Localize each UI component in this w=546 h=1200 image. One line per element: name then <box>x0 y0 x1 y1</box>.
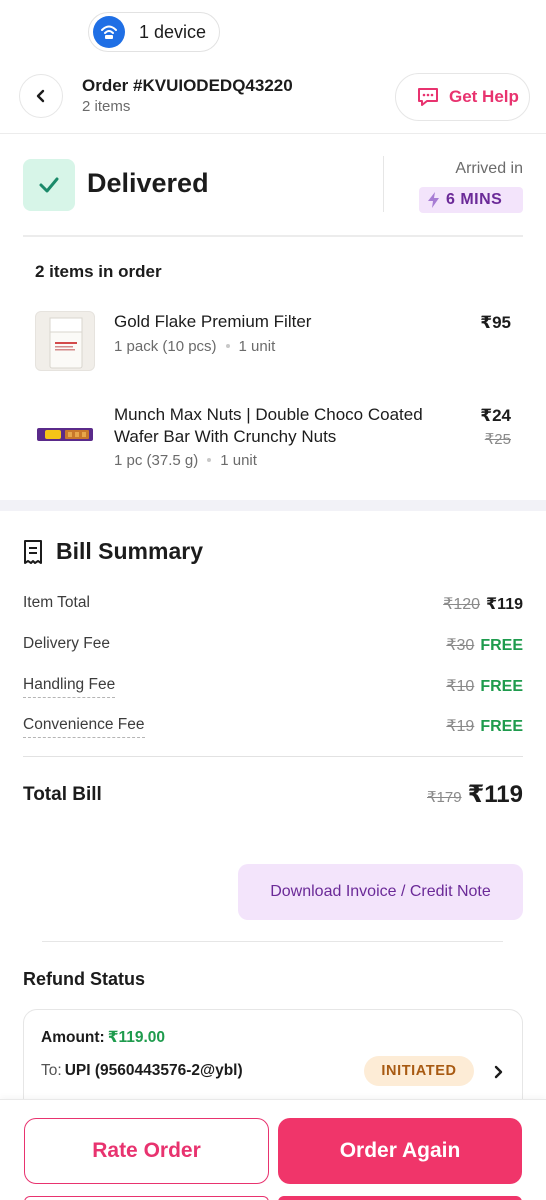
bill-row-item-total: Item Total ₹120 ₹119 <box>23 594 523 618</box>
check-icon <box>23 159 75 211</box>
bill-row-handling-fee: Handling Fee ₹10 FREE <box>23 676 523 700</box>
divider <box>42 941 503 942</box>
receipt-icon <box>24 539 42 564</box>
item-meta: 1 pack (10 pcs) 1 unit <box>114 338 275 355</box>
separator-dot <box>207 457 212 462</box>
bill-old-value: ₹19 <box>446 718 475 735</box>
item-qty: 1 pc (37.5 g) <box>114 452 199 469</box>
separator-dot <box>225 343 230 348</box>
bill-old-value: ₹120 <box>443 596 481 613</box>
bill-summary-header: Bill Summary <box>22 538 203 565</box>
status-title: Delivered <box>87 168 209 198</box>
divider <box>23 235 523 237</box>
bill-new-value: FREE <box>480 718 523 735</box>
refund-amount: Amount: ₹119.00 <box>41 1028 165 1047</box>
device-pill[interactable]: 1 device <box>88 12 220 52</box>
refund-amount-label: Amount: <box>41 1029 105 1046</box>
bill-new-value: ₹119 <box>486 596 523 613</box>
status-divider <box>383 156 384 212</box>
delivery-status: Delivered Arrived in 6 MINS <box>0 134 546 236</box>
refund-destination: To: UPI (9560443576-2@ybl) <box>41 1062 243 1080</box>
download-invoice-button[interactable]: Download Invoice / Credit Note <box>238 864 523 920</box>
divider <box>23 756 523 757</box>
partial-button-outline <box>24 1196 269 1200</box>
item-qty: 1 pack (10 pcs) <box>114 338 217 355</box>
bill-label: Delivery Fee <box>23 635 110 652</box>
bill-new-value: FREE <box>480 637 523 654</box>
bill-summary-title: Bill Summary <box>56 538 203 564</box>
arrival-time: 6 MINS <box>446 191 503 208</box>
rate-order-button[interactable]: Rate Order <box>24 1118 269 1184</box>
bill-label-tooltip[interactable]: Convenience Fee <box>23 716 145 738</box>
device-label: 1 device <box>139 21 207 42</box>
total-bill-label: Total Bill <box>23 784 102 805</box>
bill-label: Item Total <box>23 594 90 611</box>
items-heading: 2 items in order <box>35 262 162 281</box>
lightning-icon <box>428 192 439 208</box>
bill-row-delivery-fee: Delivery Fee ₹30 FREE <box>23 635 523 659</box>
bill-old-value: ₹30 <box>446 637 475 654</box>
chat-icon <box>418 88 438 106</box>
item-mrp: ₹25 <box>484 431 511 448</box>
order-items-count: 2 items <box>82 98 131 115</box>
get-help-button[interactable]: Get Help <box>395 73 530 121</box>
total-bill-values: ₹179 ₹119 <box>427 780 523 809</box>
bottom-action-bar: Rate Order Order Again <box>0 1099 546 1200</box>
arrival-time-badge: 6 MINS <box>419 187 523 213</box>
cigarette-pack-image <box>35 311 95 371</box>
get-help-label: Get Help <box>449 87 519 106</box>
order-header: Order #KVUIODEDQ43220 2 items Get Help <box>0 66 546 134</box>
item-price: ₹95 <box>480 313 511 332</box>
back-button[interactable] <box>19 74 63 118</box>
partial-button-fill <box>278 1196 522 1200</box>
bill-row-convenience-fee: Convenience Fee ₹19 FREE <box>23 716 523 740</box>
section-separator <box>0 500 546 511</box>
chevron-right-icon[interactable] <box>489 1062 509 1082</box>
bill-label-tooltip[interactable]: Handling Fee <box>23 676 116 698</box>
order-id: Order #KVUIODEDQ43220 <box>82 76 293 95</box>
item-price: ₹24 <box>480 406 511 425</box>
refund-to-value: UPI (9560443576-2@ybl) <box>64 1062 243 1079</box>
item-units: 1 unit <box>238 338 276 355</box>
bill-old-value: ₹10 <box>446 678 475 695</box>
arrived-label: Arrived in <box>455 160 523 177</box>
total-new-value: ₹119 <box>467 781 523 808</box>
chocolate-bar-image <box>35 404 95 464</box>
item-meta: 1 pc (37.5 g) 1 unit <box>114 452 257 469</box>
item-name: Munch Max Nuts | Double Choco Coated Waf… <box>114 405 423 446</box>
item-name: Gold Flake Premium Filter <box>114 312 312 331</box>
wifi-icon <box>93 16 125 48</box>
refund-status-title: Refund Status <box>23 969 146 989</box>
refund-to-label: To: <box>41 1062 62 1079</box>
bill-new-value: FREE <box>480 678 523 695</box>
refund-amount-value: ₹119.00 <box>107 1029 166 1046</box>
item-units: 1 unit <box>220 452 257 469</box>
order-again-button[interactable]: Order Again <box>278 1118 522 1184</box>
chevron-left-icon <box>36 89 45 103</box>
refund-status-badge: INITIATED <box>364 1056 474 1086</box>
total-old-value: ₹179 <box>427 789 462 806</box>
